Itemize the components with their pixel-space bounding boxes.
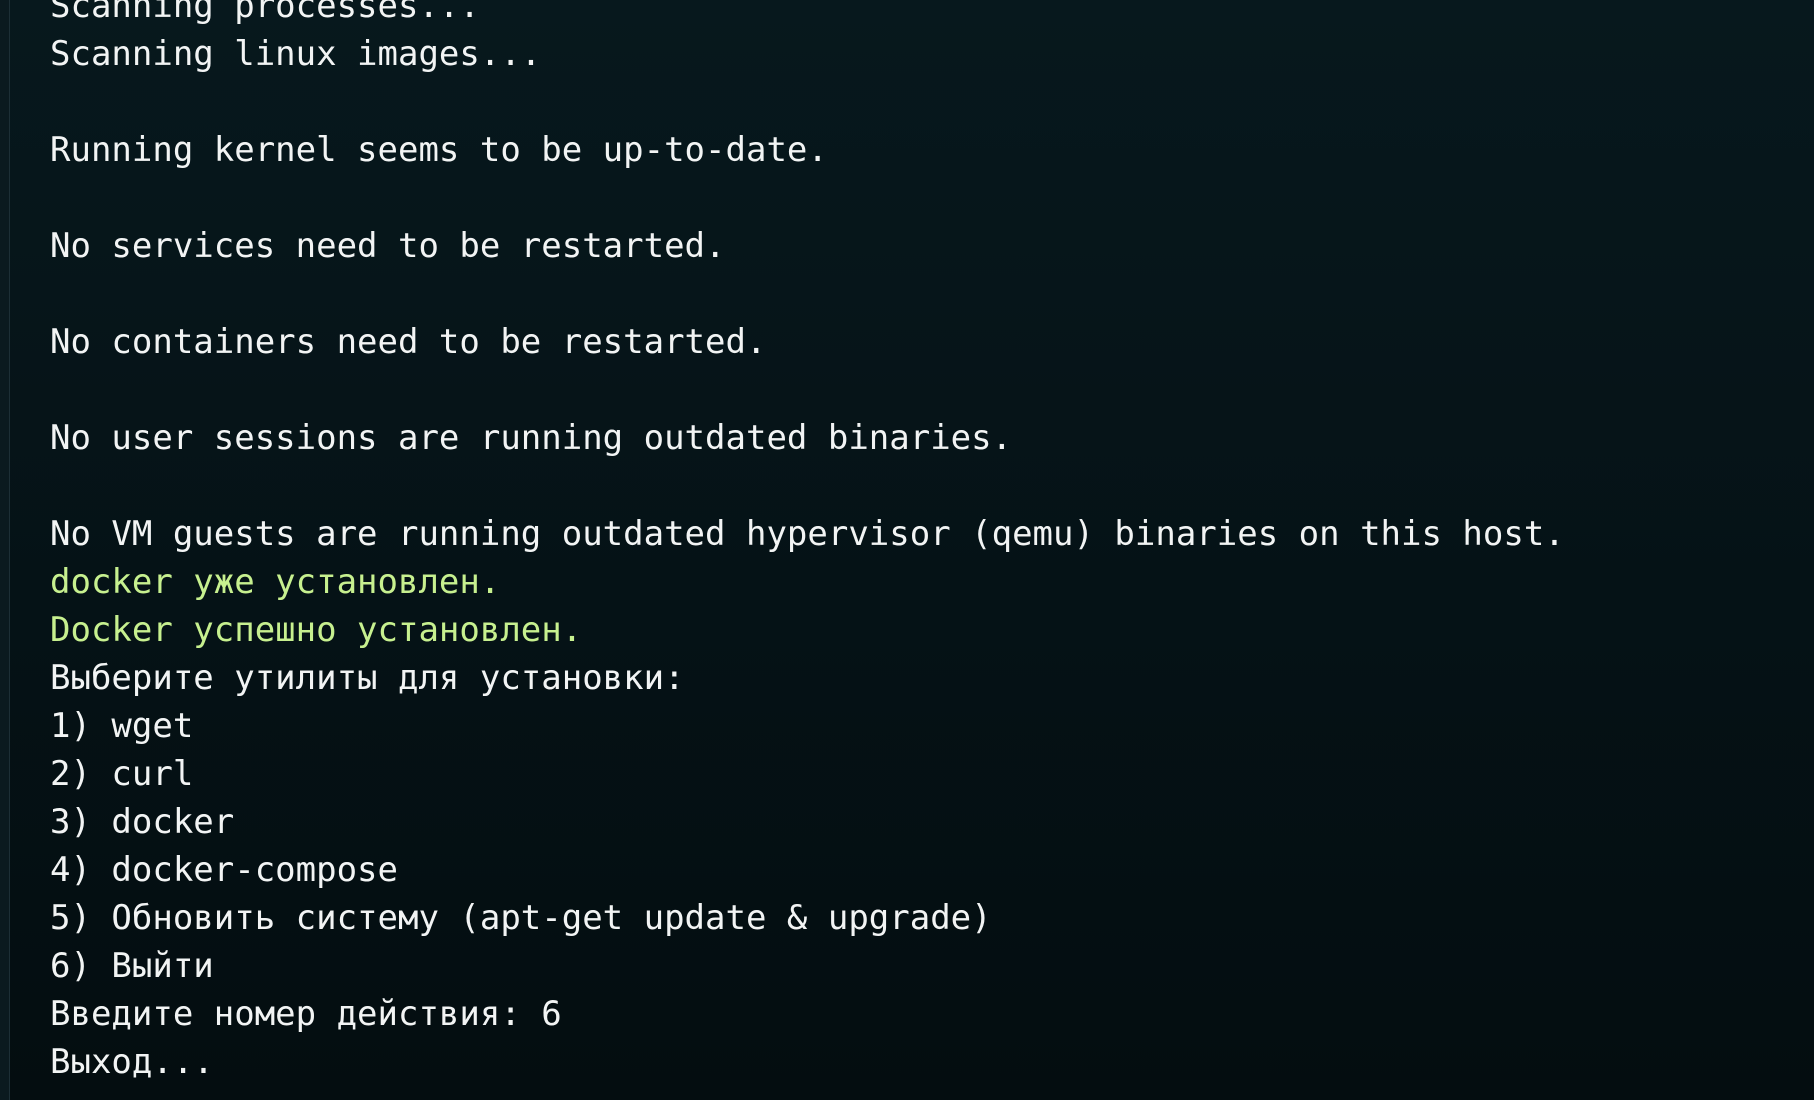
terminal-line: No containers need to be restarted. <box>50 322 767 362</box>
terminal-line: Running kernel seems to be up-to-date. <box>50 130 828 170</box>
terminal-success-line: docker уже установлен. <box>50 562 501 602</box>
terminal-line: Введите номер действия: 6 <box>50 994 562 1034</box>
terminal-window[interactable]: Scanning processes... Scanning linux imag… <box>0 0 1814 1100</box>
terminal-line: Выберите утилиты для установки: <box>50 658 685 698</box>
terminal-line: 5) Обновить систему (apt-get update & up… <box>50 898 992 938</box>
terminal-line: No VM guests are running outdated hyperv… <box>50 514 1565 554</box>
terminal-line: Выход... <box>50 1042 214 1082</box>
terminal-output[interactable]: Scanning processes... Scanning linux imag… <box>50 0 1790 1086</box>
terminal-line: No user sessions are running outdated bi… <box>50 418 1013 458</box>
terminal-line: 3) docker <box>50 802 235 842</box>
terminal-line: 2) curl <box>50 754 194 794</box>
terminal-line: 1) wget <box>50 706 194 746</box>
terminal-line: No services need to be restarted. <box>50 226 726 266</box>
window-left-edge <box>0 0 10 1100</box>
terminal-success-line: Docker успешно установлен. <box>50 610 583 650</box>
terminal-line: 6) Выйти <box>50 946 214 986</box>
terminal-line: 4) docker-compose <box>50 850 398 890</box>
terminal-line: Scanning linux images... <box>50 34 542 74</box>
terminal-line: Scanning processes... <box>50 0 480 26</box>
